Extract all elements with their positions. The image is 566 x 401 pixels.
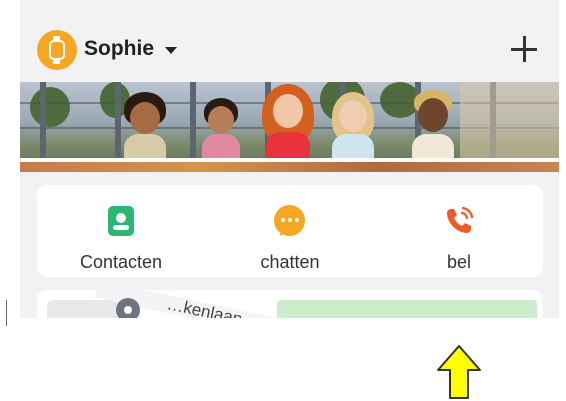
chat-label: chatten bbox=[260, 252, 320, 272]
add-button[interactable] bbox=[509, 34, 539, 64]
call-label: bel bbox=[446, 252, 472, 272]
street-label: …kenlaan bbox=[165, 294, 244, 318]
chat-bubble-icon bbox=[274, 205, 305, 239]
chat-action[interactable]: chatten bbox=[206, 185, 374, 277]
app-screen: Sophie Contacten chatten bel …kenlaan bbox=[20, 0, 559, 318]
map-park-area bbox=[277, 300, 537, 318]
quick-actions-card: Contacten chatten bel bbox=[37, 185, 543, 277]
user-name[interactable]: Sophie bbox=[84, 37, 154, 61]
smartwatch-icon bbox=[49, 36, 65, 64]
up-arrow-icon bbox=[437, 345, 481, 399]
header: Sophie bbox=[20, 28, 559, 74]
banner-photo bbox=[20, 82, 559, 172]
contacts-label: Contacten bbox=[79, 252, 163, 272]
contacts-action[interactable]: Contacten bbox=[37, 185, 205, 277]
caret-down-icon[interactable] bbox=[165, 47, 177, 54]
avatar[interactable] bbox=[37, 30, 77, 70]
map-card[interactable]: …kenlaan bbox=[37, 290, 543, 318]
phone-ringing-icon bbox=[447, 206, 474, 233]
divider bbox=[6, 300, 7, 326]
call-action[interactable]: bel bbox=[375, 185, 543, 277]
contacts-book-icon bbox=[108, 206, 134, 236]
